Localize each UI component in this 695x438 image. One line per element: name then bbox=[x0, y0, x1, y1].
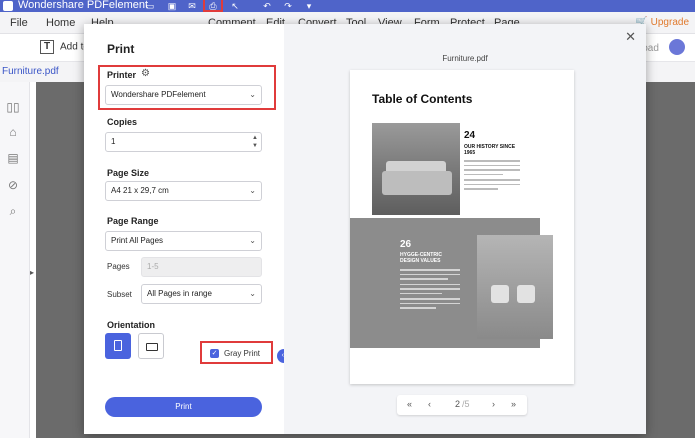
orientation-label: Orientation bbox=[107, 320, 156, 330]
cursor-icon[interactable]: ↖ bbox=[230, 1, 240, 11]
subset-label: Subset bbox=[107, 290, 132, 299]
subset-value: All Pages in range bbox=[147, 289, 212, 298]
page-size-value: A4 21 x 29,7 cm bbox=[111, 186, 169, 195]
section2-title: HYGGE-CENTRIC DESIGN VALUES bbox=[400, 252, 442, 264]
gray-print-checkbox[interactable]: ✓ bbox=[210, 349, 219, 358]
page-size-select[interactable]: A4 21 x 29,7 cm ⌄ bbox=[105, 181, 262, 201]
subset-select[interactable]: All Pages in range ⌄ bbox=[141, 284, 262, 304]
current-page-input[interactable]: 2 bbox=[455, 399, 460, 409]
landscape-button[interactable] bbox=[138, 333, 164, 359]
page-total: /5 bbox=[462, 399, 470, 409]
thumbnails-icon[interactable]: ▯▯ bbox=[6, 100, 20, 114]
chevron-down-icon: ⌄ bbox=[249, 289, 256, 298]
first-page-button[interactable]: « bbox=[407, 399, 412, 409]
dialog-title: Print bbox=[107, 42, 135, 56]
preview-page: Table of Contents 24 OUR HISTORY SINCE 1… bbox=[350, 70, 574, 384]
printer-settings-gear-icon[interactable]: ⚙ bbox=[141, 68, 150, 79]
copies-label: Copies bbox=[107, 117, 138, 127]
text-tool-icon: T bbox=[40, 40, 54, 54]
folder-icon[interactable]: ▭ bbox=[145, 1, 155, 11]
printer-value: Wondershare PDFelement bbox=[111, 90, 206, 99]
dropdown-icon[interactable]: ▾ bbox=[304, 1, 314, 11]
page-range-value: Print All Pages bbox=[111, 236, 164, 245]
title-bar: Wondershare PDFelement ▭ ▣ ✉ ⎙ ↖ ↶ ↷ ▾ bbox=[0, 0, 695, 12]
menu-home[interactable]: Home bbox=[46, 17, 75, 29]
print-settings-pane: Print Printer ⚙ Wondershare PDFelement ⌄ … bbox=[84, 24, 284, 434]
prev-page-button[interactable]: ‹ bbox=[428, 399, 431, 409]
comment-icon[interactable]: ▤ bbox=[6, 151, 20, 165]
account-icon[interactable] bbox=[669, 39, 685, 55]
menu-file[interactable]: File bbox=[10, 17, 28, 29]
section1-title: OUR HISTORY SINCE 1965 bbox=[464, 144, 516, 156]
chevron-down-icon: ⌄ bbox=[249, 236, 256, 245]
stepper-arrows-icon[interactable]: ▲ ▼ bbox=[252, 134, 258, 150]
last-page-button[interactable]: » bbox=[511, 399, 516, 409]
next-page-button[interactable]: › bbox=[492, 399, 495, 409]
tab-document[interactable]: Furniture.pdf bbox=[2, 66, 59, 77]
bookmark-icon[interactable]: ⌂ bbox=[6, 125, 20, 139]
chevron-down-icon: ⌄ bbox=[249, 90, 256, 99]
app-window: Wondershare PDFelement ▭ ▣ ✉ ⎙ ↖ ↶ ↷ ▾ F… bbox=[0, 0, 695, 438]
page-range-label: Page Range bbox=[107, 216, 159, 226]
chevron-down-icon: ⌄ bbox=[249, 186, 256, 195]
pages-input: 1-5 bbox=[141, 257, 262, 277]
page-heading: Table of Contents bbox=[372, 92, 473, 106]
undo-icon[interactable]: ↶ bbox=[262, 1, 272, 11]
portrait-icon bbox=[114, 340, 122, 351]
section2-number: 26 bbox=[400, 239, 412, 250]
pages-placeholder: 1-5 bbox=[147, 262, 159, 271]
add-text-button[interactable]: T Add te bbox=[40, 40, 89, 54]
printer-select[interactable]: Wondershare PDFelement ⌄ bbox=[105, 85, 262, 105]
section1-body bbox=[464, 160, 520, 193]
app-logo-icon bbox=[3, 1, 13, 11]
landscape-icon bbox=[146, 343, 158, 351]
pages-label: Pages bbox=[107, 262, 130, 271]
print-button[interactable]: Print bbox=[105, 397, 262, 417]
expand-sidebar-icon[interactable]: ▸ bbox=[30, 268, 34, 277]
app-title: Wondershare PDFelement bbox=[18, 0, 149, 11]
copies-stepper[interactable]: 1 ▲ ▼ bbox=[105, 132, 262, 152]
portrait-button[interactable] bbox=[105, 333, 131, 359]
close-icon[interactable]: ✕ bbox=[625, 29, 636, 45]
print-preview-pane: Furniture.pdf Table of Contents 24 OUR H… bbox=[284, 24, 646, 434]
printer-label: Printer bbox=[107, 70, 137, 80]
page-size-label: Page Size bbox=[107, 168, 150, 178]
gray-print-label: Gray Print bbox=[224, 349, 261, 358]
preview-file-name: Furniture.pdf bbox=[442, 54, 488, 63]
section1-number: 24 bbox=[464, 130, 476, 141]
redo-icon[interactable]: ↷ bbox=[283, 1, 293, 11]
search-icon[interactable]: ⌕ bbox=[6, 204, 20, 218]
upgrade-label: Upgrade bbox=[650, 17, 689, 28]
copies-value: 1 bbox=[111, 137, 116, 146]
print-dialog: Print Printer ⚙ Wondershare PDFelement ⌄ … bbox=[84, 24, 646, 434]
save-icon[interactable]: ▣ bbox=[167, 1, 177, 11]
attachment-icon[interactable]: ⊘ bbox=[6, 178, 20, 192]
page-range-select[interactable]: Print All Pages ⌄ bbox=[105, 231, 262, 251]
print-icon-highlight bbox=[203, 0, 223, 12]
chairs-photo bbox=[477, 235, 553, 339]
section2-body bbox=[400, 269, 460, 312]
page-navigator: « ‹ 2 /5 › » bbox=[397, 395, 527, 415]
mail-icon[interactable]: ✉ bbox=[187, 1, 197, 11]
sofa-photo bbox=[372, 123, 460, 215]
left-sidebar: ▯▯ ⌂ ▤ ⊘ ⌕ bbox=[0, 82, 30, 438]
